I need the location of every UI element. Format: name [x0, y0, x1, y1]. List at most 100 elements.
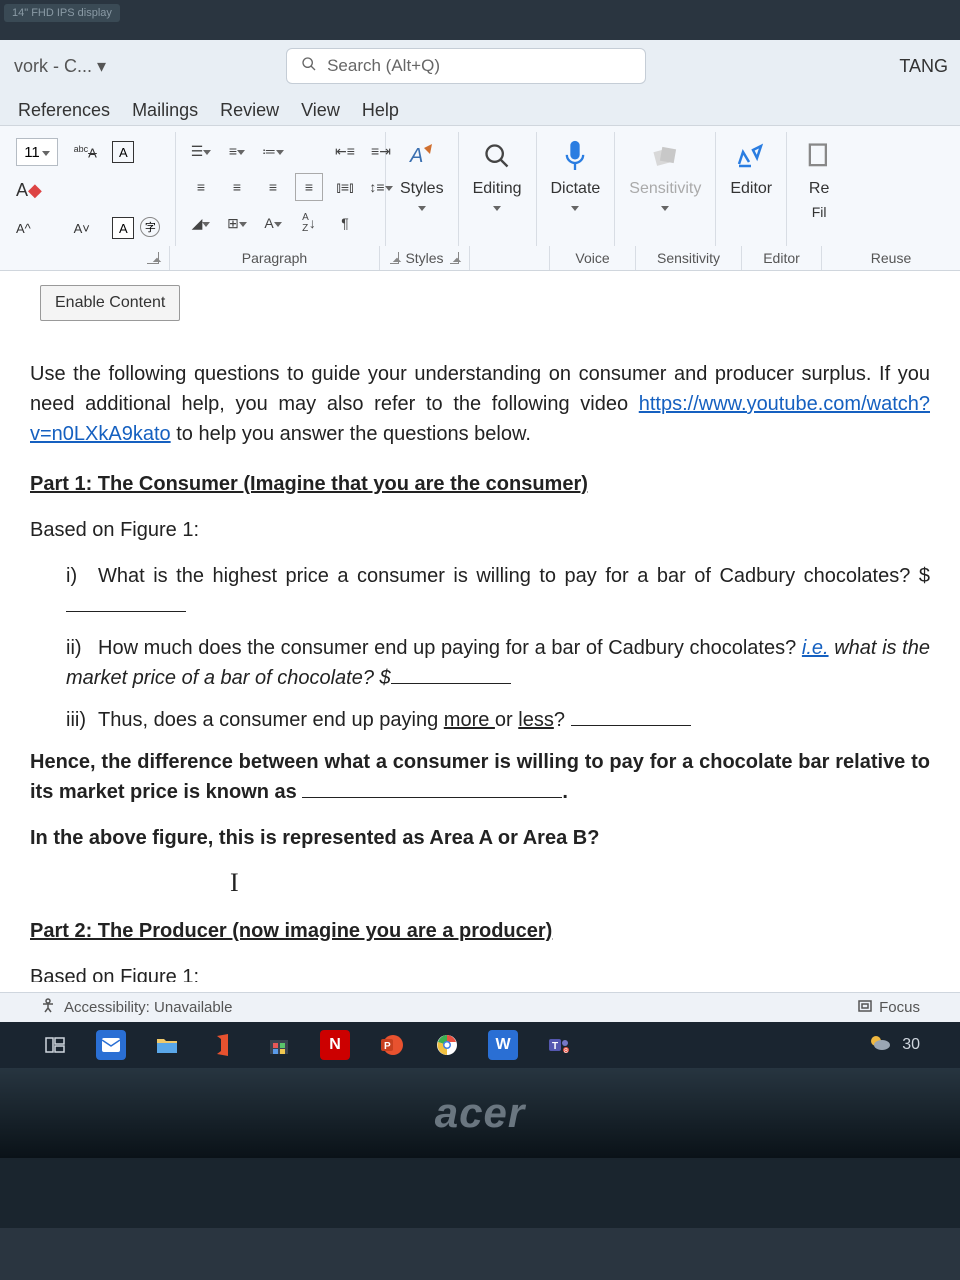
microphone-icon — [557, 138, 593, 174]
font-launcher-icon[interactable] — [147, 252, 159, 264]
character-border-button[interactable]: A — [112, 141, 134, 163]
display-tag: 14" FHD IPS display — [4, 4, 120, 22]
store-icon[interactable] — [264, 1030, 294, 1060]
show-marks-button[interactable]: ¶ — [331, 209, 359, 237]
reuse-group-label: Reuse — [871, 250, 911, 266]
word-icon[interactable]: W — [488, 1030, 518, 1060]
dictate-button[interactable]: Dictate — [537, 132, 615, 217]
focus-icon[interactable] — [857, 998, 873, 1018]
weather-temp: 30 — [902, 1036, 920, 1054]
user-name: TANG — [899, 56, 952, 77]
shrink-font-button[interactable]: A˅ — [74, 221, 103, 236]
blank-input[interactable] — [391, 664, 511, 684]
styles-launcher-icon[interactable] — [390, 252, 399, 264]
numbered-list-button[interactable]: ≡ — [223, 137, 251, 165]
multilevel-list-button[interactable]: ≔ — [259, 137, 287, 165]
document-body[interactable]: Use the following questions to guide you… — [0, 335, 960, 992]
office-icon[interactable] — [208, 1030, 238, 1060]
search-input[interactable]: Search (Alt+Q) — [286, 48, 646, 84]
accessibility-status[interactable]: Accessibility: Unavailable — [64, 999, 232, 1016]
paragraph-group: ☰ ≡ ≔ ⇤≡ ≡⇥ ≡ ≡ ≡ ≡ ⫾≡⫾ ↕≡ ◢ ⊞ A AZ↓ ¶ — [176, 132, 386, 246]
styles-label: Styles — [400, 180, 444, 198]
document-title-text: vork - C... — [14, 56, 92, 76]
focus-button[interactable]: Focus — [879, 999, 920, 1016]
blank-input[interactable] — [571, 706, 691, 726]
sensitivity-icon — [647, 138, 683, 174]
title-bar: vork - C... ▾ Search (Alt+Q) TANG — [0, 40, 960, 92]
tab-references[interactable]: References — [18, 100, 110, 121]
bullet-list-button[interactable]: ☰ — [187, 137, 215, 165]
title-dropdown-icon[interactable]: ▾ — [97, 56, 106, 76]
tab-help[interactable]: Help — [362, 100, 399, 121]
tab-mailings[interactable]: Mailings — [132, 100, 198, 121]
laptop-bezel: acer — [0, 1068, 960, 1158]
styles-button[interactable]: A Styles — [386, 132, 458, 217]
task-view-icon[interactable] — [40, 1030, 70, 1060]
grow-font-button[interactable]: A^ — [16, 221, 64, 236]
question-2: ii)How much does the consumer end up pay… — [66, 633, 930, 693]
justify-button[interactable]: ≡ — [295, 173, 323, 201]
status-bar: Accessibility: Unavailable Focus — [0, 992, 960, 1022]
intro-paragraph: Use the following questions to guide you… — [30, 359, 930, 449]
distributed-button[interactable]: ⫾≡⫾ — [331, 173, 359, 201]
styles-group: A Styles — [386, 132, 459, 246]
reuse-files-button[interactable]: Re Fil — [787, 132, 851, 226]
editor-group-label: Editor — [763, 250, 800, 266]
styles-icon: A — [404, 138, 440, 174]
asian-layout-button[interactable]: A — [259, 209, 287, 237]
find-icon — [479, 138, 515, 174]
enable-content-button[interactable]: Enable Content — [40, 285, 180, 321]
ribbon-group-labels: Paragraph Styles Voice Sensitivity Edito… — [0, 246, 960, 271]
chevron-down-icon — [493, 206, 501, 211]
align-right-button[interactable]: ≡ — [259, 173, 287, 201]
enclose-characters-button[interactable]: 字 — [140, 217, 160, 237]
reuse-group: Re Fil — [787, 132, 851, 246]
borders-button[interactable]: ⊞ — [223, 209, 251, 237]
decrease-indent-button[interactable]: ⇤≡ — [331, 137, 359, 165]
teams-icon[interactable]: T8 — [544, 1030, 574, 1060]
sensitivity-label: Sensitivity — [629, 180, 701, 198]
tab-review[interactable]: Review — [220, 100, 279, 121]
taskbar: N P W T8 30 — [0, 1022, 960, 1068]
svg-text:T: T — [552, 1041, 558, 1052]
accessibility-icon[interactable] — [40, 998, 56, 1018]
align-center-button[interactable]: ≡ — [223, 173, 251, 201]
sort-button[interactable]: AZ↓ — [295, 209, 323, 237]
based-on-text: Based on Figure 1: — [30, 515, 930, 545]
svg-text:8: 8 — [564, 1048, 568, 1055]
paragraph-group-label: Paragraph — [242, 250, 307, 266]
font-size-selector[interactable]: 11 — [16, 138, 58, 166]
laptop-keyboard-edge — [0, 1158, 960, 1228]
hence-paragraph: Hence, the difference between what a con… — [30, 747, 930, 807]
part1-heading: Part 1: The Consumer (Imagine that you a… — [30, 469, 930, 499]
chevron-down-icon — [661, 206, 669, 211]
chevron-down-icon — [571, 206, 579, 211]
search-icon — [301, 56, 317, 77]
file-explorer-icon[interactable] — [152, 1030, 182, 1060]
editor-button[interactable]: Editor — [716, 132, 786, 204]
tab-view[interactable]: View — [301, 100, 340, 121]
question-1: i)What is the highest price a consumer i… — [66, 561, 930, 621]
document-title[interactable]: vork - C... ▾ — [14, 56, 106, 77]
styles-launcher2-icon[interactable] — [450, 252, 459, 264]
editor-label: Editor — [730, 180, 772, 198]
weather-icon[interactable] — [868, 1033, 892, 1058]
align-left-button[interactable]: ≡ — [187, 173, 215, 201]
text-cursor-icon: I — [230, 863, 930, 902]
blank-input[interactable] — [302, 778, 562, 798]
text-effects-button[interactable]: A◆ — [16, 180, 64, 201]
blank-input[interactable] — [66, 592, 186, 612]
ribbon-tabs: References Mailings Review View Help — [0, 92, 960, 125]
chevron-down-icon — [418, 206, 426, 211]
powerpoint-icon[interactable]: P — [376, 1030, 406, 1060]
clear-formatting-button[interactable]: abcA — [74, 144, 103, 160]
n-app-icon[interactable]: N — [320, 1030, 350, 1060]
mail-icon[interactable] — [96, 1030, 126, 1060]
chrome-icon[interactable] — [432, 1030, 462, 1060]
editor-icon — [733, 138, 769, 174]
reuse-files-icon — [801, 138, 837, 174]
highlight-button[interactable]: A — [112, 217, 134, 239]
shading-button[interactable]: ◢ — [187, 209, 215, 237]
sensitivity-group-label: Sensitivity — [657, 250, 720, 266]
editing-button[interactable]: Editing — [459, 132, 536, 217]
